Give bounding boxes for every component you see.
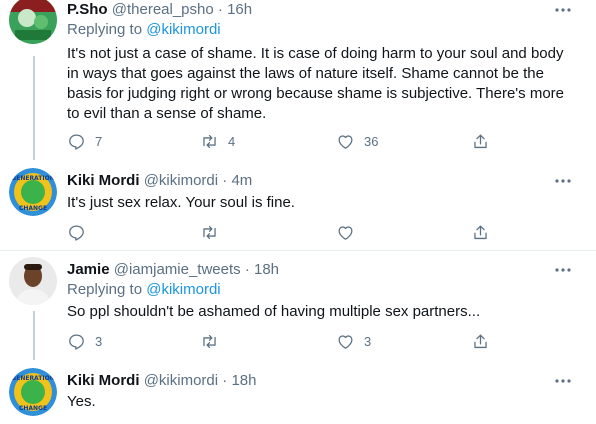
reply-icon — [69, 225, 84, 241]
avatar-image — [9, 257, 57, 305]
like-button[interactable]: 3 — [336, 331, 371, 351]
reply-button[interactable]: 7 — [67, 131, 102, 151]
logo-text-top: GENERATION — [11, 375, 54, 382]
share-button[interactable] — [471, 331, 490, 351]
tweet-text: So ppl shouldn't be ashamed of having mu… — [67, 303, 481, 320]
display-name[interactable]: Jamie — [67, 261, 110, 278]
avatar[interactable] — [9, 257, 57, 305]
avatar[interactable]: GENERATION CHANGE — [9, 168, 57, 216]
tweet-text: It's just sex relax. Your soul is fine. — [67, 194, 295, 211]
retweet-count: 4 — [228, 133, 236, 149]
tweet-jamie[interactable]: Jamie @iamjamie_tweets · 18h Replying to… — [0, 251, 596, 360]
reply-icon — [69, 334, 84, 350]
action-bar: 3 3 — [67, 331, 547, 351]
tweet-header: P.Sho @thereal_psho · 16h — [67, 0, 252, 20]
mention-link[interactable]: @kikimordi — [146, 21, 220, 38]
user-handle[interactable]: @iamjamie_tweets — [114, 261, 241, 278]
retweet-button[interactable]: 4 — [200, 131, 235, 151]
tweet-kikimordi-yes[interactable]: GENERATION CHANGE Kiki Mordi @kikimordi … — [0, 360, 596, 424]
logo-text-top: GENERATION — [11, 175, 54, 182]
like-button[interactable] — [336, 222, 355, 242]
tweet-text: Yes. — [67, 393, 96, 410]
like-count: 3 — [364, 333, 372, 349]
separator-dot: · — [222, 372, 228, 389]
avatar[interactable]: GENERATION CHANGE — [9, 368, 57, 416]
more-dots-icon — [555, 8, 571, 12]
retweet-icon — [203, 225, 216, 239]
share-button[interactable] — [471, 222, 490, 242]
share-icon — [474, 225, 487, 239]
tweet-header: Kiki Mordi @kikimordi · 4m — [67, 171, 252, 191]
generation-change-logo: GENERATION CHANGE — [9, 168, 57, 216]
retweet-button[interactable] — [200, 222, 219, 242]
like-count: 36 — [364, 133, 379, 149]
more-dots-icon — [555, 179, 571, 183]
display-name[interactable]: Kiki Mordi — [67, 172, 140, 189]
share-icon — [474, 334, 487, 348]
user-handle[interactable]: @thereal_psho — [112, 1, 214, 18]
more-options-button[interactable] — [551, 260, 575, 280]
tweet-text: It's not just a case of shame. It is cas… — [67, 45, 564, 122]
heart-icon — [338, 225, 353, 240]
tweet-kikimordi-reply[interactable]: GENERATION CHANGE Kiki Mordi @kikimordi … — [0, 160, 596, 250]
separator-dot: · — [222, 172, 228, 189]
retweet-icon — [203, 334, 216, 348]
more-dots-icon — [555, 379, 571, 383]
replying-to: Replying to @kikimordi — [67, 20, 221, 40]
replying-prefix: Replying to — [67, 281, 143, 298]
replying-prefix: Replying to — [67, 21, 143, 38]
reply-button[interactable]: 3 — [67, 331, 102, 351]
share-button[interactable] — [471, 131, 490, 151]
tweet-header: Kiki Mordi @kikimordi · 18h — [67, 371, 256, 391]
like-button[interactable]: 36 — [336, 131, 378, 151]
thread-connector — [33, 311, 35, 360]
timestamp[interactable]: 16h — [227, 1, 252, 18]
separator-dot: · — [244, 261, 250, 278]
timestamp[interactable]: 4m — [231, 172, 252, 189]
display-name[interactable]: Kiki Mordi — [67, 372, 140, 389]
action-bar: 7 4 36 — [67, 131, 547, 151]
display-name[interactable]: P.Sho — [67, 1, 108, 18]
separator-dot: · — [217, 1, 223, 18]
more-options-button[interactable] — [551, 371, 575, 391]
thread-connector — [33, 56, 35, 160]
more-options-button[interactable] — [551, 0, 575, 20]
replying-to: Replying to @kikimordi — [67, 280, 221, 300]
reply-count: 7 — [95, 133, 103, 149]
user-handle[interactable]: @kikimordi — [144, 172, 218, 189]
share-icon — [474, 134, 487, 148]
generation-change-logo: GENERATION CHANGE — [9, 368, 57, 416]
tweet-psho[interactable]: P.Sho @thereal_psho · 16h Replying to @k… — [0, 0, 596, 160]
action-bar — [67, 222, 547, 242]
timestamp[interactable]: 18h — [254, 261, 279, 278]
mention-link[interactable]: @kikimordi — [146, 281, 220, 298]
timestamp[interactable]: 18h — [231, 372, 256, 389]
tweet-header: Jamie @iamjamie_tweets · 18h — [67, 260, 279, 280]
logo-text-bottom: CHANGE — [19, 205, 47, 212]
retweet-button[interactable] — [200, 331, 219, 351]
reply-count: 3 — [95, 333, 103, 349]
heart-icon — [338, 134, 353, 149]
reply-button[interactable] — [67, 222, 86, 242]
reply-icon — [69, 134, 84, 150]
logo-text-bottom: CHANGE — [19, 405, 47, 412]
retweet-icon — [203, 134, 216, 148]
more-dots-icon — [555, 268, 571, 272]
heart-icon — [338, 334, 353, 349]
avatar-image — [9, 0, 57, 44]
more-options-button[interactable] — [551, 171, 575, 191]
avatar[interactable] — [9, 0, 57, 44]
user-handle[interactable]: @kikimordi — [144, 372, 218, 389]
